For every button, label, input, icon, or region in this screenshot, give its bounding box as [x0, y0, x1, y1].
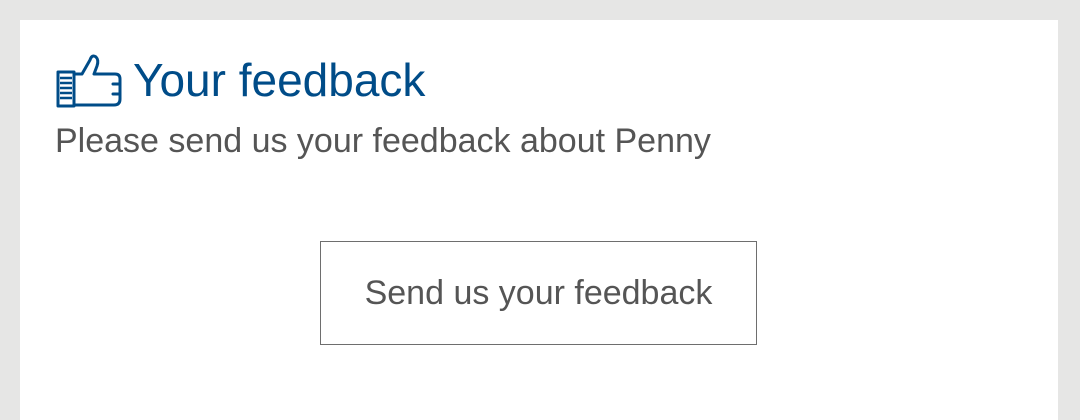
feedback-header: Your feedback [55, 50, 425, 110]
thumbs-up-icon [56, 54, 122, 108]
page-title: Your feedback [133, 54, 426, 106]
feedback-card: Your feedback Please send us your feedba… [20, 20, 1058, 420]
send-feedback-button[interactable]: Send us your feedback [320, 241, 757, 345]
feedback-description: Please send us your feedback about Penny [55, 122, 711, 160]
